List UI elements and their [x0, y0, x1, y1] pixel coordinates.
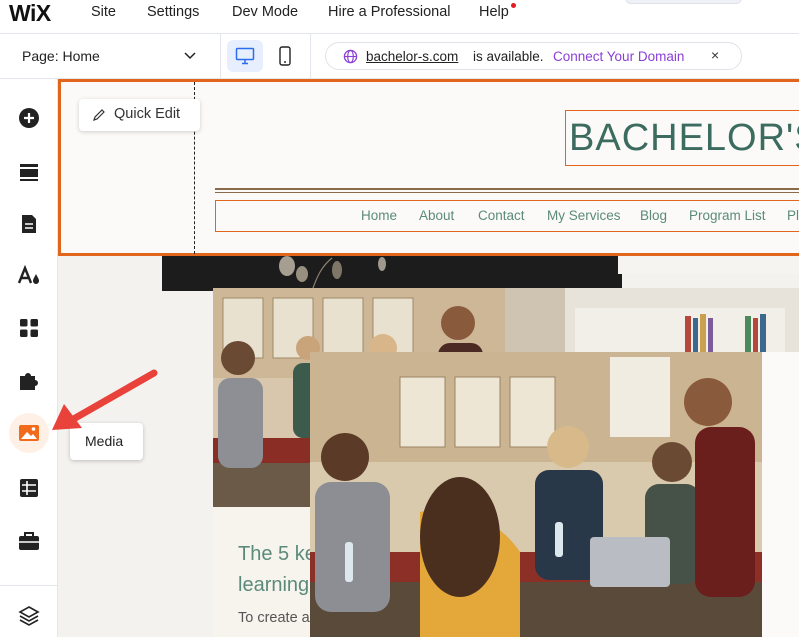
card-heading: The 5 ke learning: [238, 539, 316, 601]
header-rule-thin: [215, 192, 799, 193]
blog-post-card[interactable]: The 5 ke learning To create a: [213, 507, 316, 637]
quick-edit-label: Quick Edit: [114, 106, 181, 122]
menu-hire-professional[interactable]: Hire a Professional: [328, 4, 451, 20]
apps-button[interactable]: [9, 308, 49, 348]
editor-toolbar: Page: Home bachelor-s.com is available. …: [0, 34, 799, 79]
mobile-icon: [279, 46, 291, 66]
desktop-icon: [235, 47, 255, 65]
left-sidebar: [0, 79, 58, 637]
media-tooltip-label: Media: [85, 433, 124, 449]
cms-button[interactable]: [9, 468, 49, 508]
domain-banner: bachelor-s.com is available. Connect You…: [325, 42, 742, 70]
top-pill[interactable]: [625, 0, 742, 4]
pencil-icon: [93, 109, 105, 121]
layers-icon: [18, 606, 40, 626]
nav-program-list[interactable]: Program List: [689, 208, 766, 223]
dark-image-strip: [162, 256, 622, 292]
wix-logo[interactable]: WiX: [9, 0, 51, 27]
menu-help[interactable]: Help: [479, 4, 509, 20]
nav-about[interactable]: About: [419, 208, 454, 223]
menu-site[interactable]: Site: [91, 4, 116, 20]
site-nav-menu[interactable]: Home About Contact My Services Blog Prog…: [215, 200, 799, 232]
theme-button[interactable]: [9, 256, 49, 296]
portfolio-button[interactable]: [9, 521, 49, 561]
nav-home[interactable]: Home: [361, 208, 397, 223]
device-switcher: [221, 34, 311, 78]
close-icon[interactable]: ×: [711, 47, 719, 63]
menu-settings[interactable]: Settings: [147, 4, 199, 20]
nav-contact[interactable]: Contact: [478, 208, 525, 223]
right-text-column: [762, 352, 799, 637]
card-body-text: To create a: [238, 610, 310, 626]
nav-more[interactable]: Pla: [787, 208, 799, 223]
briefcase-icon: [19, 532, 39, 550]
card-heading-line-2: learning: [238, 574, 310, 596]
connect-domain-link[interactable]: Connect Your Domain: [553, 49, 684, 64]
mobile-view-button[interactable]: [273, 40, 297, 72]
table-icon: [20, 479, 38, 497]
sections-button[interactable]: [9, 152, 49, 192]
wix-editor: WiX Site Settings Dev Mode Hire a Profes…: [0, 0, 799, 637]
top-menu-bar: WiX Site Settings Dev Mode Hire a Profes…: [0, 0, 799, 34]
site-title-box[interactable]: BACHELOR'S: [565, 110, 799, 166]
pages-button[interactable]: [9, 204, 49, 244]
theme-icon: [17, 265, 39, 284]
light-strip: [618, 256, 799, 274]
globe-icon: [343, 49, 358, 64]
image-icon: [19, 425, 39, 441]
botanical-image: [279, 256, 386, 292]
puzzle-icon: [20, 373, 38, 390]
help-notification-dot: [511, 3, 516, 8]
desktop-view-button[interactable]: [227, 40, 263, 72]
nav-my-services[interactable]: My Services: [547, 208, 621, 223]
domain-status-text: is available.: [473, 49, 544, 64]
page-selector[interactable]: Page: Home: [0, 34, 221, 78]
page-selector-label: Page: Home: [22, 48, 100, 64]
layers-button[interactable]: [9, 596, 49, 636]
header-rule: [215, 188, 799, 190]
quick-edit-button[interactable]: Quick Edit: [79, 99, 200, 131]
chevron-down-icon: [184, 52, 196, 60]
students-image: [310, 352, 762, 637]
plus-circle-icon: [19, 108, 39, 128]
menu-dev-mode[interactable]: Dev Mode: [232, 4, 298, 20]
domain-name-link[interactable]: bachelor-s.com: [366, 49, 458, 64]
classroom-photo-front[interactable]: [310, 352, 762, 637]
sections-icon: [20, 164, 38, 181]
sidebar-divider: [0, 585, 58, 586]
site-title: BACHELOR'S: [569, 117, 799, 159]
page-icon: [22, 215, 36, 233]
nav-blog[interactable]: Blog: [640, 208, 667, 223]
apps-grid-icon: [20, 319, 38, 337]
editor-canvas[interactable]: Quick Edit BACHELOR'S Home About Contact…: [58, 79, 799, 637]
card-heading-line-1: The 5 ke: [238, 543, 316, 565]
site-header-selected[interactable]: Quick Edit BACHELOR'S Home About Contact…: [58, 79, 799, 259]
annotation-arrow: [52, 369, 158, 430]
add-elements-button[interactable]: [9, 98, 49, 138]
